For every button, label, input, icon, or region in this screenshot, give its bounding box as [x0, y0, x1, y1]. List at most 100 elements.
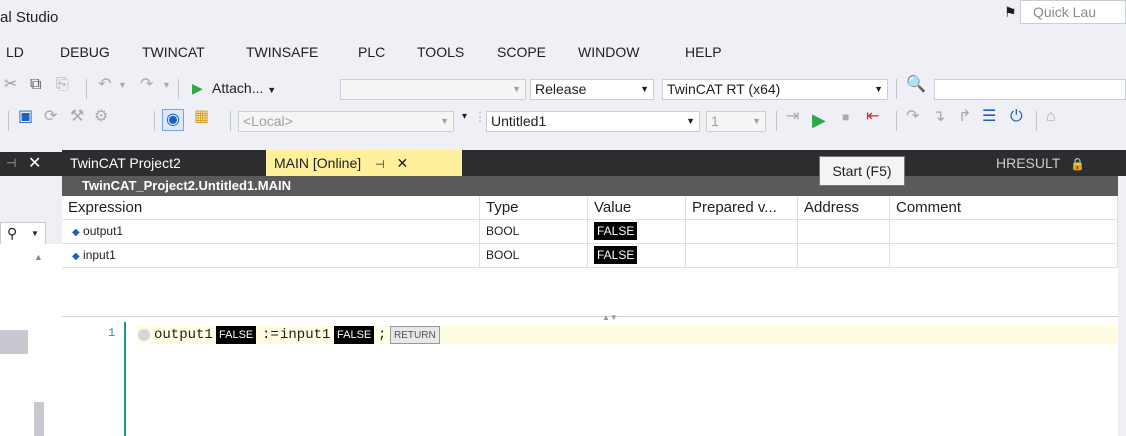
undo-icon[interactable]: ↶ — [98, 75, 111, 95]
copy-icon[interactable]: ⧉ — [30, 75, 41, 95]
restart-config-icon[interactable]: ⟳ — [44, 107, 57, 127]
menu-debug[interactable]: DEBUG — [60, 44, 110, 60]
row-type: BOOL — [480, 220, 588, 244]
document-tab-strip: TwinCAT Project2 MAIN [Online] ⊣ ✕ HRESU… — [62, 150, 1126, 176]
splitter-grip-icon[interactable]: ▲▼ — [602, 313, 618, 322]
login-icon[interactable]: ⇥ — [786, 107, 799, 127]
tab-twincat-project2[interactable]: TwinCAT Project2 — [62, 150, 262, 176]
row-address — [798, 220, 890, 244]
attach-button[interactable]: Attach... ▼ — [212, 78, 276, 100]
menu-scope[interactable]: SCOPE — [497, 44, 546, 60]
stop-icon[interactable]: ■ — [842, 107, 849, 127]
step-into-icon[interactable]: ↴ — [932, 107, 945, 127]
close-panel-icon[interactable]: ✕ — [28, 153, 41, 173]
step-out-icon[interactable]: ↱ — [958, 107, 971, 127]
target-system-value: <Local> — [243, 113, 293, 129]
search-dropdown-icon[interactable]: ▼ — [31, 229, 39, 238]
start-icon[interactable]: ▶ — [812, 110, 826, 130]
menu-help[interactable]: HELP — [685, 44, 722, 60]
col-header-value[interactable]: Value — [588, 196, 686, 220]
variable-icon: ◆ — [72, 227, 80, 238]
row-comment — [890, 220, 1118, 244]
cut-icon[interactable]: ✂ — [4, 75, 17, 95]
code-var-output1: output1 — [154, 327, 213, 343]
configuration-value: Release — [535, 81, 587, 97]
col-header-prepared-value[interactable]: Prepared v... — [686, 196, 798, 220]
code-semicolon: ; — [378, 327, 387, 343]
col-header-type[interactable]: Type — [480, 196, 588, 220]
menu-plc[interactable]: PLC — [358, 44, 385, 60]
row-type: BOOL — [480, 244, 588, 268]
tab-pin-icon[interactable]: ⊣ — [375, 159, 385, 171]
row-address — [798, 244, 890, 268]
start-tooltip: Start (F5) — [819, 156, 905, 186]
menu-twincat[interactable]: TWINCAT — [142, 44, 205, 60]
row-comment — [890, 244, 1118, 268]
undo-dropdown-icon[interactable]: ▼ — [118, 75, 127, 95]
redo-icon[interactable]: ↷ — [140, 75, 153, 95]
table-row[interactable]: ◆ output1 — [62, 220, 480, 244]
tab-project-label: TwinCAT Project2 — [70, 155, 181, 171]
debug-target-combo[interactable]: ▼ — [340, 79, 526, 100]
tab-main-online[interactable]: MAIN [Online] ⊣ ✕ — [266, 150, 462, 176]
breakpoints-icon[interactable]: ☰ — [982, 107, 996, 127]
find-input[interactable] — [934, 79, 1126, 100]
panel-header: ⊣ ✕ — [0, 152, 62, 176]
instance-value: 1 — [711, 113, 719, 129]
code-operator: := — [262, 327, 279, 343]
col-header-address[interactable]: Address — [798, 196, 890, 220]
code-line[interactable]: output1 FALSE := input1 FALSE ; RETURN — [138, 326, 1118, 344]
inline-value-output1[interactable]: FALSE — [216, 326, 257, 344]
reset-icon[interactable]: ⏻ — [1010, 107, 1023, 127]
toolbar-more-icon[interactable]: ⌂ — [1046, 107, 1056, 127]
step-over-icon[interactable]: ↷ — [906, 107, 919, 127]
search-icon: ⚲ — [7, 225, 18, 241]
tree-view: ▲ — [0, 244, 62, 436]
col-header-comment[interactable]: Comment — [890, 196, 1118, 220]
selected-tree-item[interactable] — [0, 330, 28, 354]
table-row[interactable]: ◆ input1 — [62, 244, 480, 268]
platform-combo[interactable]: TwinCAT RT (x64) ▼ — [662, 79, 888, 100]
scan-icon[interactable]: ⚒ — [70, 107, 84, 127]
target-system-combo[interactable]: <Local> ▼ — [238, 111, 454, 132]
vertical-scrollbar[interactable] — [34, 402, 44, 436]
paste-icon[interactable]: ⎘ — [56, 75, 69, 95]
settings-icon[interactable]: ⚙ — [94, 107, 108, 127]
toolbar-overflow-icon[interactable]: ▾ — [462, 107, 467, 127]
scroll-up-icon[interactable]: ▲ — [34, 252, 43, 262]
platform-value: TwinCAT RT (x64) — [667, 81, 781, 97]
menu-window[interactable]: WINDOW — [578, 44, 639, 60]
menu-build[interactable]: LD — [6, 44, 24, 60]
gutter: 1 — [62, 322, 126, 436]
menu-tools[interactable]: TOOLS — [417, 44, 464, 60]
row-prepared-value[interactable] — [686, 244, 798, 268]
breakpoint-marker-icon[interactable] — [138, 329, 150, 341]
show-sub-items-icon[interactable]: ▦ — [194, 107, 209, 127]
row-value-cell: FALSE — [588, 220, 686, 244]
pin-icon[interactable]: ⊣ — [6, 156, 16, 170]
search-box[interactable]: ⚲ ▼ — [0, 222, 46, 246]
inline-value-input1[interactable]: FALSE — [334, 326, 375, 344]
solution-combo[interactable]: Untitled1 ▼ — [486, 111, 700, 132]
redo-dropdown-icon[interactable]: ▼ — [162, 75, 171, 95]
tab-hresult[interactable]: HRESULT 🔒 — [988, 150, 1126, 176]
toolbar-grip-icon: ⋮ — [474, 110, 486, 124]
tab-close-icon[interactable]: ✕ — [397, 155, 409, 171]
attach-play-icon[interactable]: ▶ — [192, 78, 203, 98]
row-prepared-value[interactable] — [686, 220, 798, 244]
code-editor[interactable]: 1 output1 FALSE := input1 FALSE ; RETURN — [62, 322, 1118, 436]
solution-explorer-panel: ⊣ ✕ ⚲ ▼ ▲ — [0, 152, 63, 436]
find-in-files-icon[interactable]: 🔍 — [906, 75, 926, 95]
instance-combo[interactable]: 1 ▼ — [706, 111, 766, 132]
col-header-expression[interactable]: Expression — [62, 196, 480, 220]
quick-launch-input[interactable]: Quick Lau — [1020, 0, 1126, 24]
logout-icon[interactable]: ⇤ — [866, 107, 879, 127]
attach-label: Attach... — [212, 80, 264, 96]
activate-configuration-icon[interactable]: ▣ — [18, 107, 33, 127]
configuration-combo[interactable]: Release ▼ — [530, 79, 654, 100]
pou-path-bar: TwinCAT_Project2.Untitled1.MAIN — [62, 176, 1118, 196]
toggle-freerun-icon[interactable]: ◉ — [162, 109, 184, 131]
menu-twinsafe[interactable]: TWINSAFE — [246, 44, 318, 60]
line-number: 1 — [108, 326, 116, 340]
variable-watch-table: Expression Type Value Prepared v... Addr… — [62, 196, 1118, 316]
